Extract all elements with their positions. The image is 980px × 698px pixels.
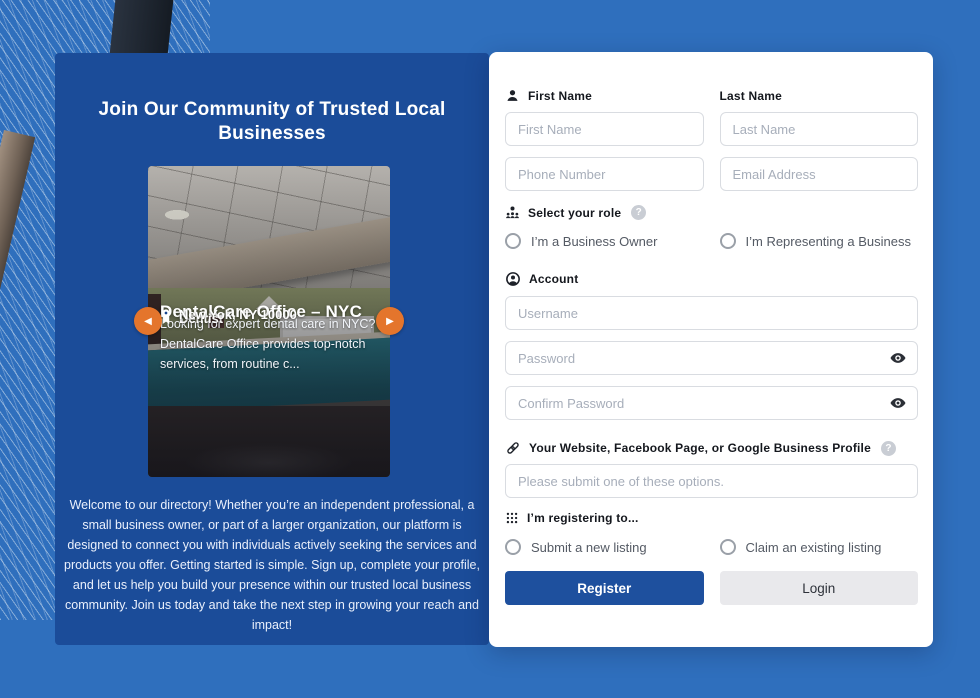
registration-card: First Name Last Name Select your role ? … bbox=[489, 52, 933, 647]
role-option-representing[interactable]: I’m Representing a Business bbox=[720, 233, 919, 249]
website-label: Your Website, Facebook Page, or Google B… bbox=[505, 440, 918, 456]
user-circle-icon bbox=[505, 271, 521, 287]
phone-input[interactable] bbox=[505, 157, 704, 191]
eye-icon bbox=[889, 349, 907, 367]
registering-option-claim[interactable]: Claim an existing listing bbox=[720, 539, 919, 555]
email-input[interactable] bbox=[720, 157, 919, 191]
promo-panel: Join Our Community of Trusted Local Busi… bbox=[55, 53, 489, 645]
first-name-input[interactable] bbox=[505, 112, 704, 146]
password-input[interactable] bbox=[505, 341, 918, 375]
promo-heading: Join Our Community of Trusted Local Busi… bbox=[85, 98, 459, 146]
first-name-label: First Name bbox=[505, 88, 704, 103]
help-icon[interactable]: ? bbox=[881, 441, 896, 456]
username-input[interactable] bbox=[505, 296, 918, 330]
account-label: Account bbox=[505, 271, 918, 287]
role-label: Select your role ? bbox=[505, 205, 918, 220]
registering-radio-submit[interactable] bbox=[505, 539, 521, 555]
carousel-prev-button[interactable]: ◀ bbox=[134, 307, 162, 335]
last-name-label: Last Name bbox=[720, 89, 919, 103]
listing-location: New Yok, NY 10000 bbox=[160, 307, 297, 322]
role-option-business-owner[interactable]: I’m a Business Owner bbox=[505, 233, 704, 249]
person-icon bbox=[505, 88, 520, 103]
welcome-paragraph: Welcome to our directory! Whether you’re… bbox=[64, 495, 480, 635]
registering-radio-claim[interactable] bbox=[720, 539, 736, 555]
toggle-confirm-password-visibility-button[interactable] bbox=[889, 394, 907, 412]
page: Join Our Community of Trusted Local Busi… bbox=[0, 0, 980, 698]
link-icon bbox=[505, 440, 521, 456]
website-input[interactable] bbox=[505, 464, 918, 498]
toggle-password-visibility-button[interactable] bbox=[889, 349, 907, 367]
login-button[interactable]: Login bbox=[720, 571, 919, 605]
last-name-input[interactable] bbox=[720, 112, 919, 146]
prev-arrow-icon: ◀ bbox=[144, 316, 152, 327]
help-icon[interactable]: ? bbox=[631, 205, 646, 220]
register-button[interactable]: Register bbox=[505, 571, 704, 605]
listing-info: DentalCare Office – NYC Dentist New Yok,… bbox=[160, 302, 380, 374]
role-radio-owner[interactable] bbox=[505, 233, 521, 249]
confirm-password-input[interactable] bbox=[505, 386, 918, 420]
carousel-next-button[interactable]: ▶ bbox=[376, 307, 404, 335]
grid-dots-icon bbox=[505, 511, 519, 525]
registering-option-submit[interactable]: Submit a new listing bbox=[505, 539, 704, 555]
registering-label: I’m registering to... bbox=[505, 511, 918, 525]
listing-photo: DentalCare Office – NYC Dentist New Yok,… bbox=[148, 166, 390, 477]
eye-icon bbox=[889, 394, 907, 412]
role-radio-representing[interactable] bbox=[720, 233, 736, 249]
listing-carousel: DentalCare Office – NYC Dentist New Yok,… bbox=[148, 166, 390, 477]
next-arrow-icon: ▶ bbox=[386, 316, 394, 327]
people-icon bbox=[505, 205, 520, 220]
